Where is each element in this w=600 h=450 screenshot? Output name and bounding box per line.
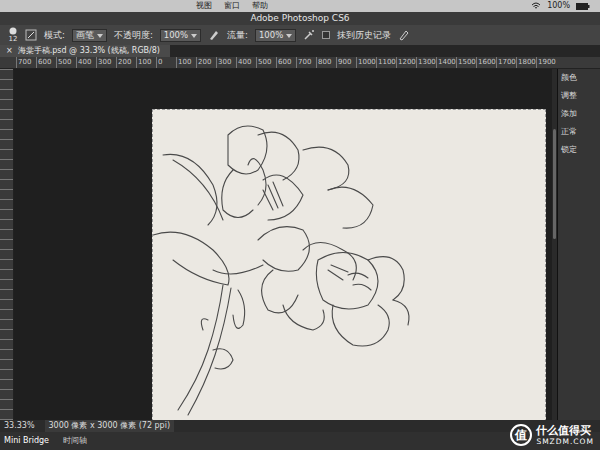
battery-icon <box>576 3 590 10</box>
panel-item[interactable]: 添加 <box>561 109 597 119</box>
panel-item[interactable]: 调整 <box>561 91 597 101</box>
ruler-tick: 1800 <box>516 57 536 68</box>
ruler-tick: 100 <box>176 57 196 68</box>
document-title: 海棠手稿.psd @ 33.3% (线稿, RGB/8) <box>18 45 160 57</box>
horizontal-ruler: 7006005004003002001000100200300400500600… <box>0 57 600 69</box>
document-tab[interactable]: × 海棠手稿.psd @ 33.3% (线稿, RGB/8) <box>0 45 170 57</box>
flower-sketch <box>153 110 545 421</box>
watermark-site: SMZDM.COM <box>536 437 594 446</box>
brush-picker[interactable]: 12 <box>8 27 18 43</box>
status-area: 100% <box>531 0 600 12</box>
title-bar: Adobe Photoshop CS6 <box>0 12 600 25</box>
panel-item[interactable]: 颜色 <box>561 73 597 83</box>
ruler-tick: 1000 <box>356 57 376 68</box>
right-panel: 颜色调整添加正常锁定 <box>557 69 600 420</box>
canvas[interactable] <box>152 109 546 422</box>
scroll-thumb[interactable] <box>553 129 557 239</box>
ruler-tick: 1900 <box>536 57 556 68</box>
ruler-tick: 1300 <box>416 57 436 68</box>
bottom-tab[interactable]: Mini Bridge <box>4 432 49 450</box>
ruler-tick: 600 <box>36 57 56 68</box>
brush-size: 12 <box>9 35 18 43</box>
ruler-tick: 100 <box>136 57 156 68</box>
ruler-tick: 1400 <box>436 57 456 68</box>
ruler-tick: 1700 <box>496 57 516 68</box>
ruler-tick: 0 <box>156 57 176 68</box>
ruler-tick: 300 <box>216 57 236 68</box>
ruler-tick: 1600 <box>476 57 496 68</box>
ruler-tick: 400 <box>76 57 96 68</box>
mode-select[interactable]: 画笔 <box>72 29 107 42</box>
brush-icon <box>8 27 18 35</box>
canvas-area <box>14 69 552 420</box>
workspace: 颜色调整添加正常锁定 <box>0 69 600 420</box>
ruler-tick: 900 <box>336 57 356 68</box>
watermark-name: 什么值得买 <box>536 424 594 437</box>
erase-history-label: 抹到历史记录 <box>337 29 391 42</box>
battery-level: 100% <box>547 0 570 12</box>
watermark-logo: 值 <box>510 424 532 446</box>
menu-item[interactable]: 窗口 <box>224 0 240 12</box>
ruler-tick: 200 <box>116 57 136 68</box>
tab-bar: × 海棠手稿.psd @ 33.3% (线稿, RGB/8) <box>0 45 600 57</box>
mode-label: 模式: <box>44 29 65 42</box>
ruler-tick: 800 <box>316 57 336 68</box>
ruler-tick: 1100 <box>376 57 396 68</box>
panel-item[interactable]: 锁定 <box>561 145 597 155</box>
menu-bar: 视图窗口帮助 100% <box>0 0 600 12</box>
ruler-tick: 500 <box>56 57 76 68</box>
options-bar: 12 模式: 画笔不透明度: 100% 流量: 100% 抹到历史记录 <box>0 25 600 45</box>
panel-item[interactable]: 正常 <box>561 127 597 137</box>
ruler-tick: 700 <box>296 57 316 68</box>
bottom-tab[interactable]: 时间轴 <box>63 432 87 450</box>
watermark: 值什么值得买SMZDM.COM <box>510 424 594 446</box>
ruler-tick: 400 <box>236 57 256 68</box>
watermark-text: 什么值得买SMZDM.COM <box>536 424 594 446</box>
ruler-tick: 700 <box>16 57 36 68</box>
pressure-icon <box>208 29 220 41</box>
brush-panel-icon <box>25 29 37 41</box>
opacity-field[interactable]: 100% <box>160 29 201 42</box>
flow-field[interactable]: 100% <box>255 29 296 42</box>
ruler-tick: 1200 <box>396 57 416 68</box>
document-size: 3000 像素 x 3000 像素 (72 ppi) <box>45 420 175 432</box>
menu-item[interactable]: 视图 <box>196 0 212 12</box>
ruler-tick: 300 <box>96 57 116 68</box>
window-title: Adobe Photoshop CS6 <box>250 12 349 25</box>
wifi-icon <box>531 2 541 10</box>
ruler-tick: 600 <box>276 57 296 68</box>
flow-label: 流量: <box>227 29 248 42</box>
erase-history-checkbox[interactable] <box>322 31 330 39</box>
ruler-tick: 200 <box>196 57 216 68</box>
opacity-label: 不透明度: <box>114 29 153 42</box>
ruler-tick: 500 <box>256 57 276 68</box>
close-button[interactable]: × <box>6 45 13 57</box>
tablet-icon <box>398 29 410 41</box>
menu-item[interactable]: 帮助 <box>252 0 268 12</box>
zoom-level[interactable]: 33.33% <box>4 420 35 432</box>
airbrush-icon <box>303 29 315 41</box>
vertical-ruler <box>0 69 14 420</box>
photoshop-window: 视图窗口帮助 100% Adobe Photoshop CS6 12 模式: 画笔不透明度… <box>0 0 600 450</box>
ruler-tick: 1500 <box>456 57 476 68</box>
